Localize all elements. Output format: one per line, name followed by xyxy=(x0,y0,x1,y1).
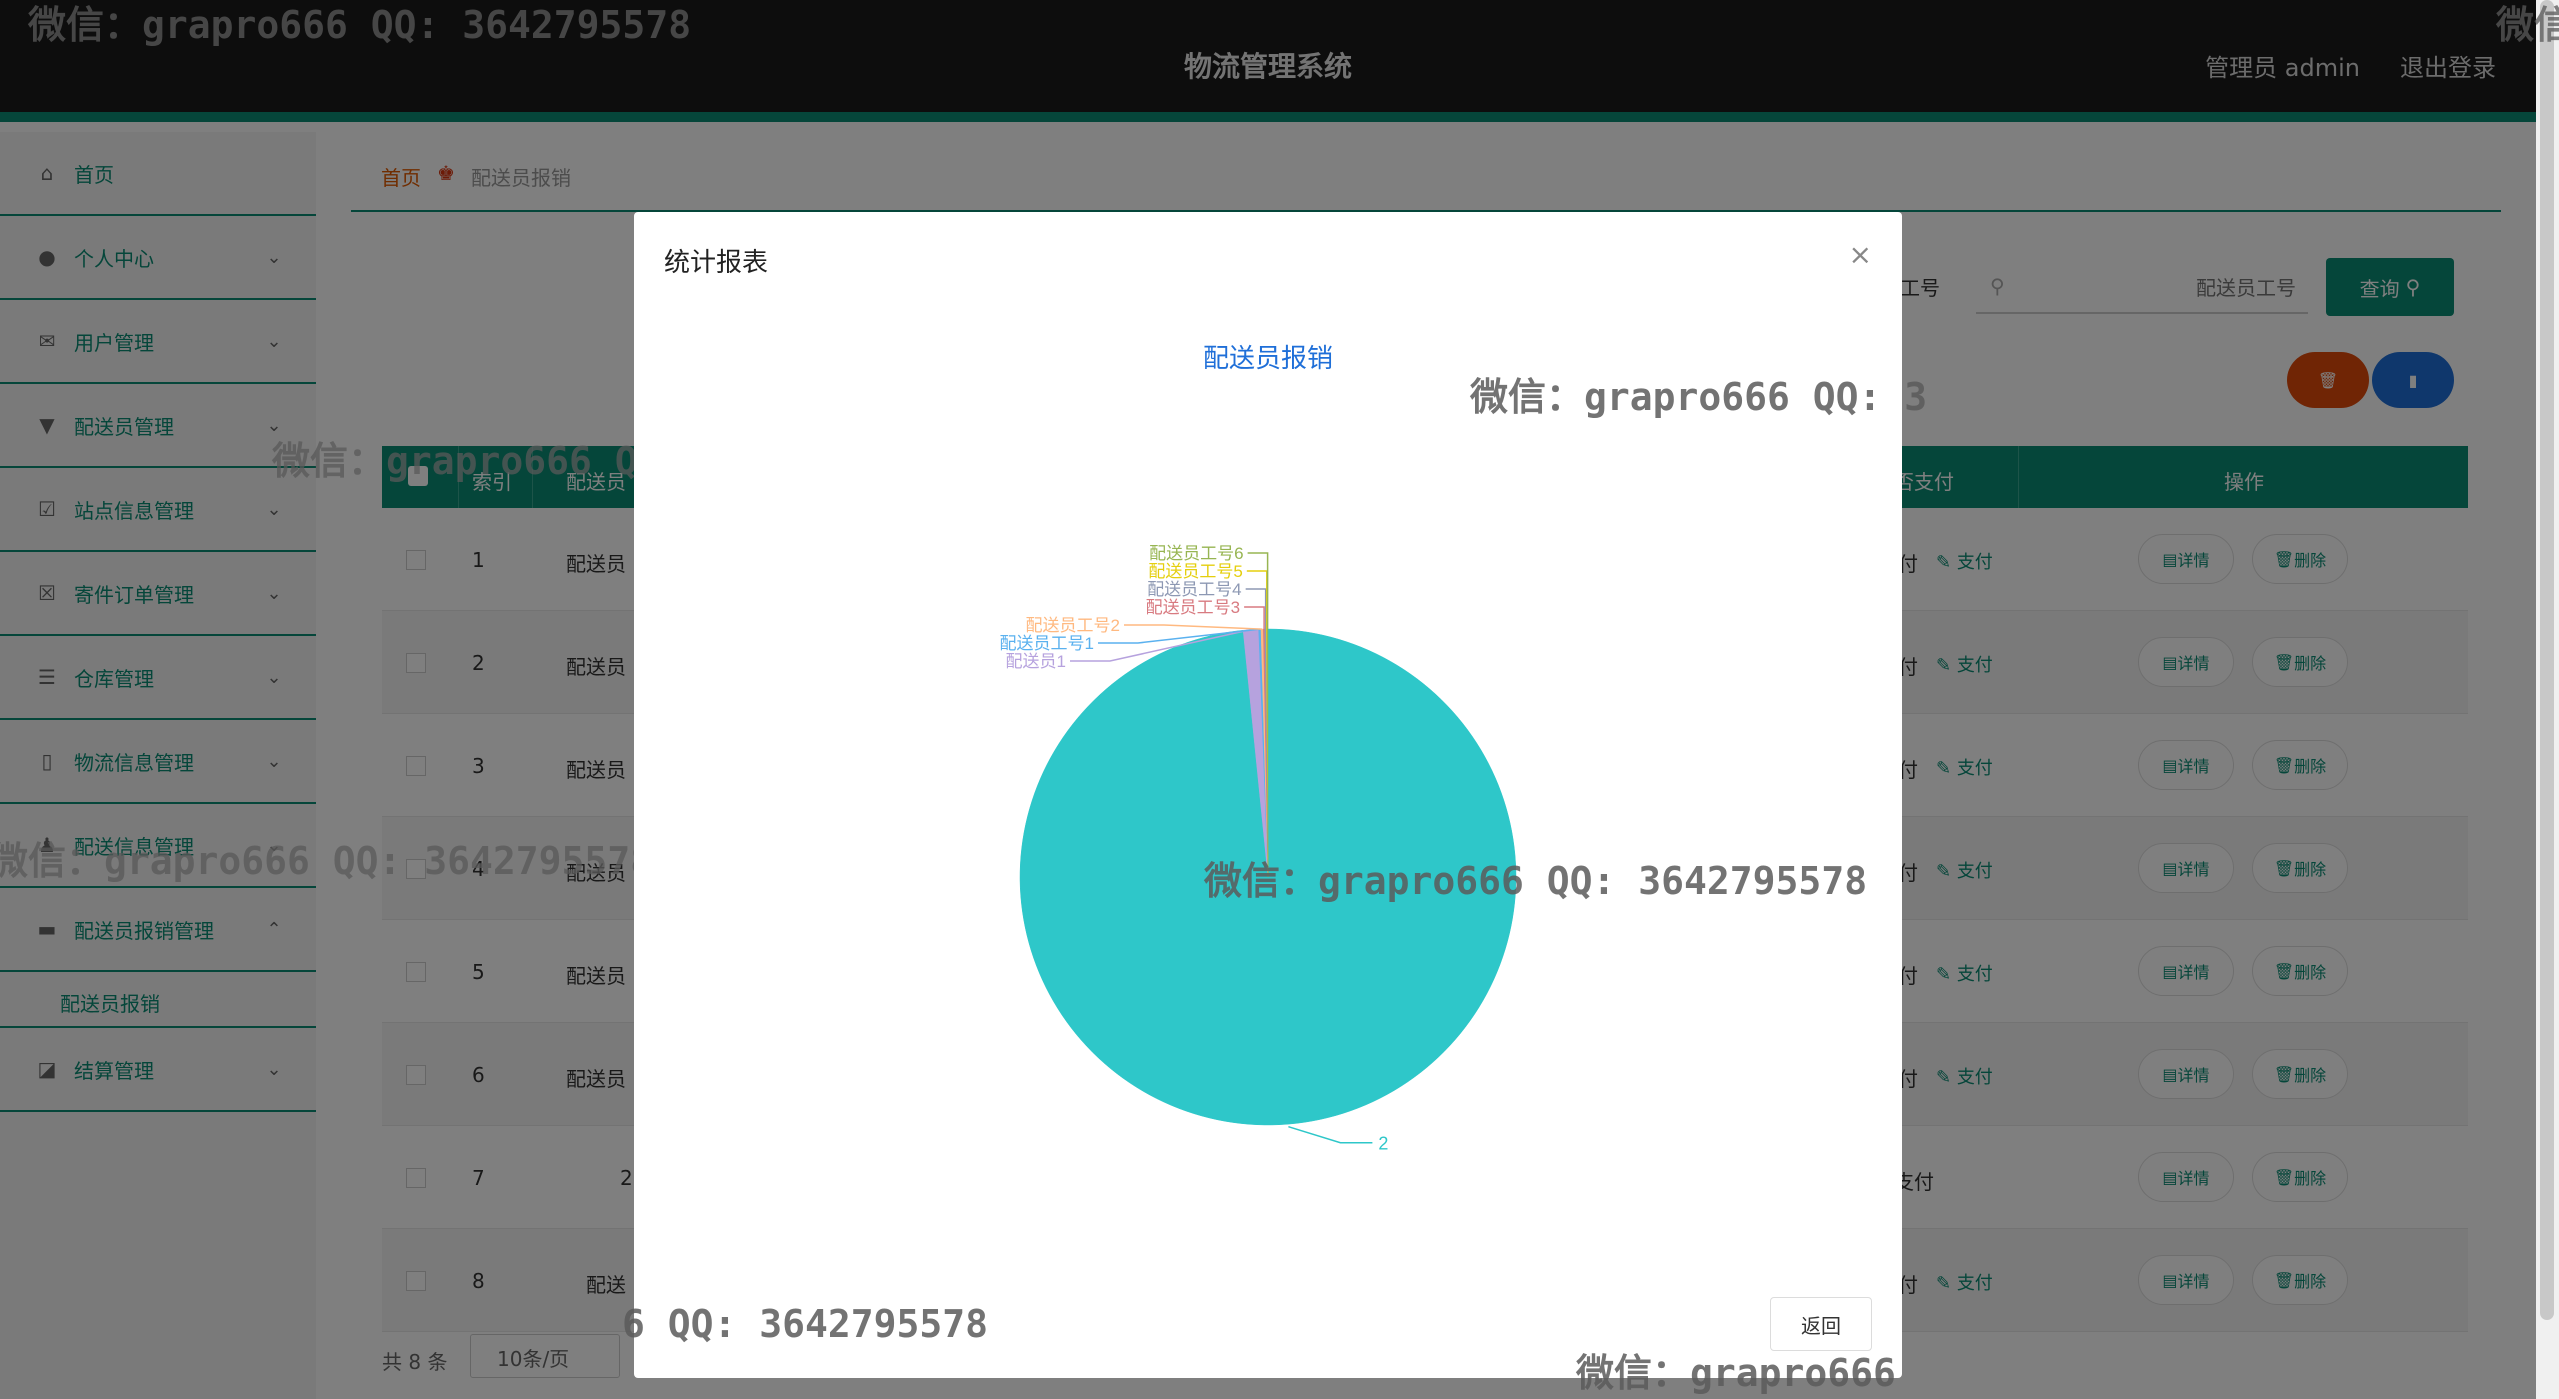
statistics-modal: 统计报表 × 配送员报销 2 配送员1 配送员工号1 配送员工号2 配送员工号3 配送员工… xyxy=(622,212,1927,1395)
watermark-modal-bottom-right: 微信：grapro666 xyxy=(1576,1351,1896,1395)
pie-label: 配送员工号1 xyxy=(1000,634,1094,653)
pie-label: 配送员工号5 xyxy=(1148,562,1242,581)
pie-label-line xyxy=(1288,1125,1373,1144)
watermark-modal-right: 微信：grapro666 QQ: 3 xyxy=(1470,375,1928,419)
pie-label-line xyxy=(1124,624,1263,630)
watermark-top-left: 微信：grapro666 QQ: 3642795578 xyxy=(28,3,692,47)
pie-label: 配送员工号3 xyxy=(1146,598,1240,617)
watermark-modal-center: 微信：grapro666 QQ: 3642795578 xyxy=(1204,859,1868,903)
scrollbar-thumb[interactable] xyxy=(2540,0,2554,1320)
pie-label: 配送员1 xyxy=(1006,652,1066,671)
watermark-modal-bottom-left: 6 QQ: 3642795578 xyxy=(622,1302,989,1346)
pie-label: 配送员工号2 xyxy=(1026,616,1120,635)
watermark-top-right: 微信 xyxy=(2496,3,2559,47)
pie-label-line xyxy=(1245,588,1267,630)
page-scrollbar[interactable] xyxy=(2536,0,2559,1399)
pie-label-line xyxy=(1244,606,1265,630)
pie-label: 配送员工号6 xyxy=(1149,544,1243,563)
pie-label: 配送员工号4 xyxy=(1147,580,1241,599)
pie-label: 2 xyxy=(1378,1134,1388,1154)
watermark-sidebar: 微信：grapro666 QQ: 3642795578 xyxy=(0,839,654,883)
